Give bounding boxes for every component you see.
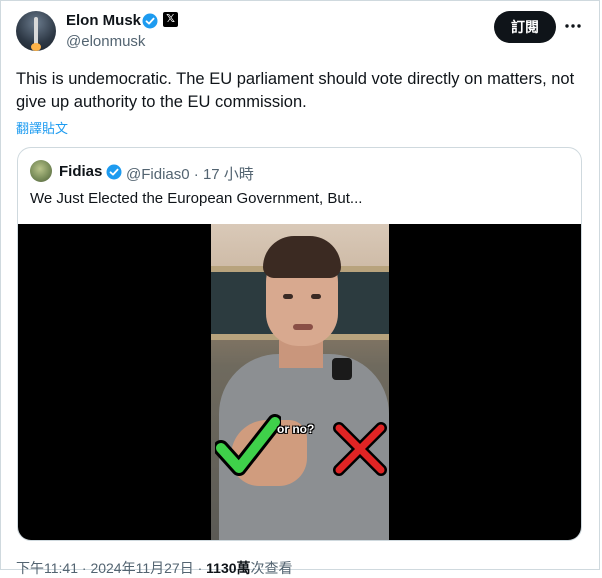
subscribe-button[interactable]: 訂閱 [494,11,556,43]
translate-post-link[interactable]: 翻譯貼文 [16,118,68,137]
post-time[interactable]: 下午11:41 [16,560,78,576]
quoted-tweet-text: We Just Elected the European Government,… [30,190,363,207]
separator-dot: · [197,560,203,576]
avatar-flame-graphic [31,43,41,51]
quoted-meta: @Fidias0 · 17 小時 [126,163,254,184]
person-mouth [293,324,313,330]
quoted-tweet[interactable]: Fidias @Fidias0 · 17 小時 We Just Elected … [17,147,582,541]
author-handle[interactable]: @elonmusk [66,33,145,50]
avatar-rocket-graphic [34,17,38,45]
separator-dot: · [81,560,87,576]
author-avatar[interactable] [16,11,56,51]
video-caption: or no? [277,422,315,436]
person-hair [263,236,341,278]
verified-badge-icon [142,13,158,29]
quoted-author-handle[interactable]: @Fidias0 [126,166,190,183]
person-eye-right [311,294,321,299]
lapel-mic [332,358,352,380]
views-label: 次查看 [250,560,293,576]
tweet-text: This is undemocratic. The EU parliament … [16,70,575,111]
x-logo-icon[interactable]: 𝕏 [163,12,178,27]
views-count: 1130萬 [206,560,251,576]
post-date[interactable]: 2024年11月27日 [90,560,193,576]
cross-mark-icon [333,422,387,476]
author-name[interactable]: Elon Musk [66,12,141,29]
more-options-icon[interactable] [563,16,583,36]
person-eye-left [283,294,293,299]
quoted-author-name[interactable]: Fidias [59,163,102,180]
separator-dot: · [193,166,199,183]
quoted-author-avatar[interactable] [30,160,52,182]
verified-badge-icon [106,164,122,180]
video-player[interactable]: or no? [18,224,581,540]
video-frame: or no? [211,224,389,540]
tweet-footer: 下午11:41 · 2024年11月27日 · 1130萬次查看 [16,558,293,578]
check-mark-icon [215,414,281,476]
quoted-timestamp[interactable]: 17 小時 [203,166,254,183]
